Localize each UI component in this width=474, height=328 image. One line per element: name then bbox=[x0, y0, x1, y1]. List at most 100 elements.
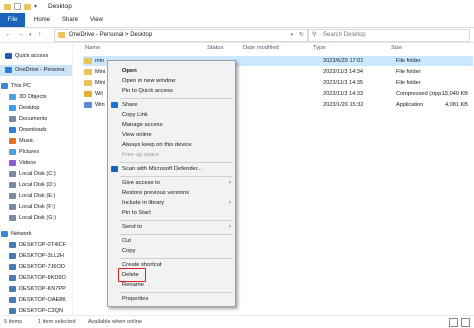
menu-item-free-up-space: Free up space bbox=[122, 152, 160, 158]
sidebar-item[interactable]: DESKTOP-8KD9O bbox=[0, 273, 72, 284]
menu-item-cut[interactable]: Cut bbox=[108, 236, 235, 246]
sidebar-item[interactable]: Videos bbox=[0, 158, 72, 169]
menu-item-manage-access[interactable]: Manage access bbox=[108, 120, 235, 130]
search-icon: ⚲ bbox=[312, 32, 317, 38]
sidebar-item[interactable]: Local Disk (E:) bbox=[0, 191, 72, 202]
status-item-count: 5 items bbox=[4, 319, 23, 325]
address-field[interactable]: OneDrive - Personal > Desktop ▾ ↻ bbox=[54, 29, 308, 42]
sidebar-item[interactable]: DESKTOP-7J6OD bbox=[0, 262, 72, 273]
file-icon bbox=[84, 91, 92, 97]
file-name: min bbox=[95, 58, 105, 64]
menu-item-pin-start[interactable]: Pin to Start bbox=[108, 208, 235, 218]
sidebar-item[interactable]: DESKTOP-OAE8K bbox=[0, 295, 72, 306]
new-folder-icon[interactable] bbox=[24, 3, 31, 10]
file-type: File folder bbox=[396, 80, 421, 86]
menu-item-scan-defender[interactable]: Scan with Microsoft Defender... bbox=[108, 164, 235, 174]
sidebar-item[interactable]: DESKTOP-KN7PP bbox=[0, 284, 72, 295]
sidebar-item[interactable]: Local Disk (D:) bbox=[0, 180, 72, 191]
sidebar-item-icon bbox=[9, 297, 16, 303]
sidebar-item[interactable]: Quick access bbox=[0, 51, 72, 62]
sidebar-item[interactable]: Music bbox=[0, 136, 72, 147]
recent-locations-icon[interactable]: ▾ bbox=[29, 32, 32, 38]
sidebar-item[interactable]: Pictures bbox=[0, 147, 72, 158]
sidebar-item-label: Music bbox=[19, 138, 34, 144]
sidebar-item[interactable]: DESKTOP-0T4ICF bbox=[0, 240, 72, 251]
sidebar-item-icon bbox=[9, 275, 16, 281]
sidebar-item[interactable]: Network bbox=[0, 229, 72, 240]
column-header-type[interactable]: Type bbox=[313, 45, 326, 51]
sidebar-item-label: DESKTOP-OAE8K bbox=[19, 297, 67, 303]
sidebar-item-icon bbox=[9, 286, 16, 292]
menu-item-share[interactable]: Share bbox=[108, 100, 235, 110]
menu-item-restore-versions[interactable]: Restore previous versions bbox=[108, 188, 235, 198]
sidebar-item-icon bbox=[1, 231, 8, 237]
menu-item-give-access[interactable]: Give access to › bbox=[108, 178, 235, 188]
tab-share[interactable]: Share bbox=[56, 13, 84, 27]
properties-icon[interactable] bbox=[14, 3, 21, 10]
menu-item-always-keep[interactable]: Always keep on this device bbox=[108, 140, 235, 150]
sidebar-item-label: Local Disk (C:) bbox=[19, 171, 56, 177]
sidebar-item-icon bbox=[9, 264, 16, 270]
menu-item-open[interactable]: Open bbox=[108, 66, 235, 76]
file-name: Win bbox=[95, 102, 105, 108]
sidebar-item-label: Quick access bbox=[15, 53, 49, 59]
sidebar-item[interactable]: Desktop bbox=[0, 103, 72, 114]
menu-separator bbox=[120, 98, 233, 99]
sidebar-item[interactable]: OneDrive - Persona bbox=[0, 65, 72, 76]
menu-item-pin-quick-access[interactable]: Pin to Quick access bbox=[108, 86, 235, 96]
refresh-icon[interactable]: ↻ bbox=[299, 31, 304, 38]
menu-item-open-new-window[interactable]: Open in new window bbox=[108, 76, 235, 86]
menu-item-copy-link[interactable]: Copy Link bbox=[108, 110, 235, 120]
menu-separator bbox=[120, 220, 233, 221]
menu-item-send-to[interactable]: Send to › bbox=[108, 222, 235, 232]
search-placeholder: Search Desktop bbox=[323, 32, 366, 38]
sidebar-item[interactable]: This PC bbox=[0, 81, 72, 92]
file-size: 15,040 KB bbox=[441, 91, 468, 97]
sidebar-item-icon bbox=[9, 215, 16, 221]
sidebar-item[interactable]: Local Disk (G:) bbox=[0, 213, 72, 224]
sidebar-item[interactable]: Documents bbox=[0, 114, 72, 125]
large-icons-view-icon[interactable] bbox=[461, 318, 470, 327]
sidebar-item[interactable]: 3D Objects bbox=[0, 92, 72, 103]
tab-home[interactable]: Home bbox=[28, 13, 56, 27]
file-icon bbox=[84, 80, 92, 86]
sidebar-item[interactable]: Local Disk (F:) bbox=[0, 202, 72, 213]
sidebar-item-label: DESKTOP-3LL2H bbox=[19, 253, 64, 259]
menu-item-properties[interactable]: Properties bbox=[108, 294, 235, 304]
sidebar-item-label: Local Disk (G:) bbox=[19, 215, 56, 221]
file-date: 2023/11/3 14:33 bbox=[323, 91, 364, 97]
sidebar-item-icon bbox=[9, 127, 16, 133]
sidebar-item[interactable]: Downloads bbox=[0, 125, 72, 136]
tab-file[interactable]: File bbox=[0, 13, 25, 27]
menu-separator bbox=[120, 258, 233, 259]
column-header-date[interactable]: Date modified bbox=[243, 45, 279, 51]
status-bar: 5 items 1 item selected Available when o… bbox=[0, 315, 474, 328]
search-field[interactable]: ⚲ Search Desktop bbox=[308, 29, 470, 42]
sidebar-item[interactable]: DESKTOP-3LL2H bbox=[0, 251, 72, 262]
column-header-name[interactable]: Name bbox=[85, 45, 100, 51]
sidebar-item-icon bbox=[9, 105, 16, 111]
sidebar-item-icon bbox=[9, 149, 16, 155]
menu-item-view-online[interactable]: View online bbox=[108, 130, 235, 140]
menu-item-copy[interactable]: Copy bbox=[108, 246, 235, 256]
up-arrow-icon[interactable]: ↑ bbox=[38, 31, 42, 38]
customize-toolbar-icon[interactable]: ▾ bbox=[34, 3, 37, 10]
sidebar-item-icon bbox=[9, 253, 16, 259]
sidebar-item[interactable]: Local Disk (C:) bbox=[0, 169, 72, 180]
sidebar-item-label: DESKTOP-KN7PP bbox=[19, 286, 66, 292]
sidebar-item-icon bbox=[9, 171, 16, 177]
chevron-down-icon[interactable]: ▾ bbox=[290, 32, 293, 38]
column-header-size[interactable]: Size bbox=[391, 45, 402, 51]
tab-view[interactable]: View bbox=[84, 13, 109, 27]
sidebar-item-label: DESKTOP-0T4ICF bbox=[19, 242, 67, 248]
back-arrow-icon[interactable]: ← bbox=[5, 31, 12, 38]
menu-separator bbox=[120, 292, 233, 293]
column-header-status[interactable]: Status bbox=[207, 45, 223, 51]
sidebar-item-icon bbox=[9, 94, 16, 100]
menu-item-include-library[interactable]: Include in library › bbox=[108, 198, 235, 208]
forward-arrow-icon[interactable]: → bbox=[17, 31, 24, 38]
file-type: File folder bbox=[396, 58, 421, 64]
details-view-icon[interactable] bbox=[449, 318, 458, 327]
file-name: Mini bbox=[95, 69, 106, 75]
sidebar-item-icon bbox=[9, 308, 16, 314]
